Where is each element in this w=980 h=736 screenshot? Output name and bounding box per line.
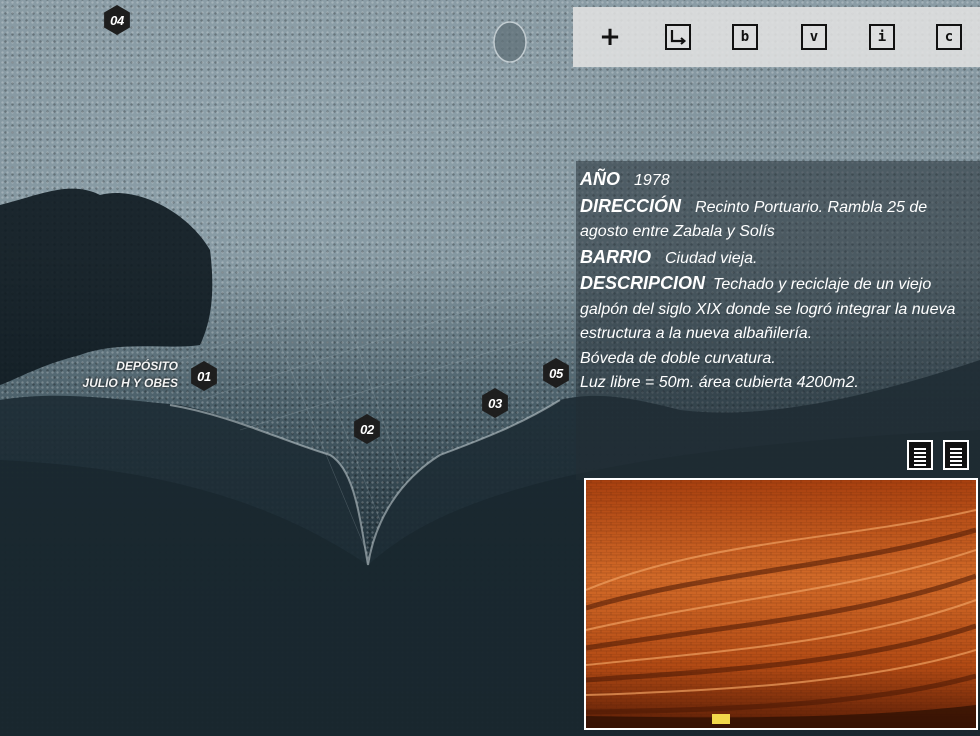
document-icon[interactable] (907, 440, 933, 470)
brick-vault-image (586, 480, 976, 728)
building-photo[interactable] (584, 478, 978, 730)
toolbar-b-button[interactable]: b (732, 24, 758, 50)
place-label[interactable]: DEPÓSITO JULIO H Y OBES (52, 358, 178, 392)
address-row: DIRECCIÓN Recinto Portuario. Rambla 25 de… (580, 194, 976, 245)
barrio-label: BARRIO (580, 246, 651, 267)
toolbar-letter: i (877, 29, 887, 45)
description-row: DESCRIPCION Techado y reciclaje de un vie… (580, 271, 976, 347)
place-label-line: JULIO H Y OBES (82, 376, 178, 390)
map-marker-02[interactable]: 02 (352, 414, 382, 444)
address-label: DIRECCIÓN (580, 195, 682, 216)
vault-line: Bóveda de doble curvatura. (580, 349, 776, 367)
marker-number: 01 (197, 368, 211, 384)
barrio-value: Ciudad vieja. (665, 249, 758, 267)
document-icon[interactable] (943, 440, 969, 470)
add-button[interactable]: + (597, 24, 623, 50)
marker-number: 04 (110, 12, 124, 28)
plus-icon: + (599, 22, 621, 52)
map-marker-01[interactable]: 01 (189, 361, 219, 391)
toolbar-letter: c (944, 29, 954, 45)
return-button[interactable] (665, 24, 691, 50)
toolbar-letter: b (740, 29, 750, 45)
map-marker-04[interactable]: 04 (102, 5, 132, 35)
year-row: AÑO 1978 (580, 167, 976, 194)
info-panel: AÑO 1978 DIRECCIÓN Recinto Portuario. Ramb… (576, 161, 980, 480)
map-marker-03[interactable]: 03 (480, 388, 510, 418)
toolbar-i-button[interactable]: i (869, 24, 895, 50)
marker-number: 05 (549, 365, 563, 381)
year-label: AÑO (580, 169, 620, 189)
toolbar-v-button[interactable]: v (801, 24, 827, 50)
marker-number: 03 (488, 395, 502, 411)
marker-number: 02 (360, 421, 374, 437)
return-arrow-icon (670, 30, 687, 45)
toolbar: + b v i c (573, 7, 980, 67)
place-label-line: DEPÓSITO (116, 359, 178, 373)
map-marker-05[interactable]: 05 (541, 358, 571, 388)
barrio-row: BARRIO Ciudad vieja. (580, 245, 976, 272)
span-area-line: Luz libre = 50m. área cubierta 4200m2. (580, 374, 859, 391)
info-text: AÑO 1978 DIRECCIÓN Recinto Portuario. Ramb… (580, 167, 976, 396)
toolbar-letter: v (809, 29, 819, 45)
year-value: 1978 (634, 172, 670, 189)
description-label: DESCRIPCION (580, 273, 706, 293)
toolbar-c-button[interactable]: c (936, 24, 962, 50)
